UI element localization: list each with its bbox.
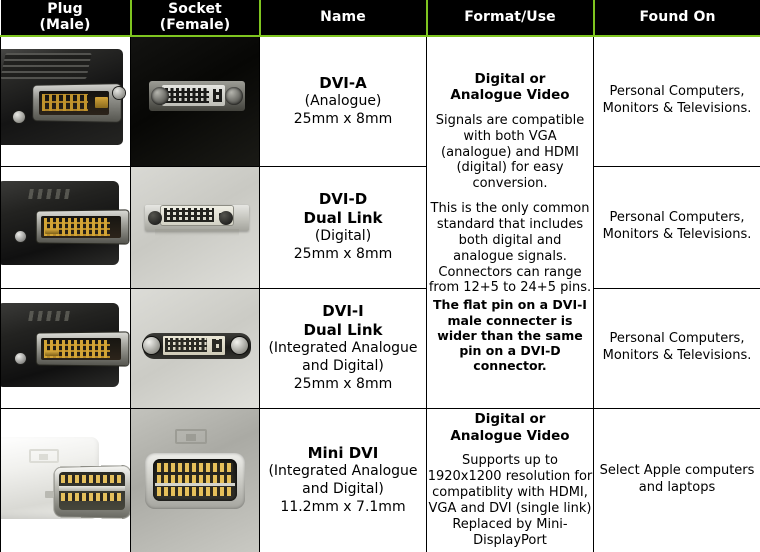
- table-row: DVI-I Dual Link (Integrated Analogue and…: [0, 287, 760, 409]
- dvi-a-male-connector-photo: [1, 37, 130, 165]
- name-cell-dvi-d: DVI-D Dual Link (Digital) 25mm x 8mm: [259, 165, 427, 289]
- connector-subtype-line2: and Digital): [302, 358, 384, 375]
- table-row: DVI-D Dual Link (Digital) 25mm x 8mm Per…: [0, 165, 760, 289]
- dvi-d-dual-link-male-connector-photo: [1, 167, 130, 287]
- plug-image-cell-mini-dvi: [0, 407, 131, 552]
- column-header-socket: Socket (Female): [130, 0, 261, 37]
- connector-dimensions: 25mm x 8mm: [293, 376, 393, 393]
- dvi-a-female-socket-photo: [131, 37, 259, 165]
- header-row: Plug (Male) Socket (Female) Name Format/…: [0, 0, 760, 37]
- column-header-format-use-line1: Format/Use: [464, 8, 556, 25]
- found-on-cell-dvi-a: Personal Computers, Monitors & Televisio…: [593, 35, 760, 167]
- found-on-cell-mini-dvi: Select Apple computers and laptops: [593, 407, 760, 552]
- connector-reference-table-page: Plug (Male) Socket (Female) Name Format/…: [0, 0, 760, 552]
- socket-image-cell-dvi-d: [130, 165, 260, 289]
- format-heading-line1: Digital or: [474, 411, 546, 428]
- mini-dvi-male-connector-photo: [1, 409, 130, 551]
- column-header-found-on: Found On: [593, 0, 760, 37]
- found-on-cell-dvi-i: Personal Computers, Monitors & Televisio…: [593, 287, 760, 409]
- column-header-name-line1: Name: [320, 8, 366, 25]
- format-heading-line1: Digital or: [474, 70, 546, 87]
- connector-dimensions: 25mm x 8mm: [293, 246, 393, 263]
- format-paragraph-2: This is the only common standard that in…: [428, 201, 592, 296]
- table-body: DVI-A (Analogue) 25mm x 8mm Digital or A…: [0, 35, 760, 552]
- column-header-plug: Plug (Male): [0, 0, 132, 37]
- format-use-cell-mini-dvi: Digital or Analogue Video Supports up to…: [426, 407, 594, 552]
- connector-link-type: Dual Link: [303, 321, 383, 340]
- format-heading-line2: Analogue Video: [450, 87, 570, 104]
- connector-link-type: Dual Link: [303, 209, 383, 228]
- plug-image-cell-dvi-i: [0, 287, 131, 409]
- column-header-plug-line2: (Male): [39, 16, 91, 33]
- dvi-i-dual-link-male-connector-photo: [1, 289, 130, 407]
- connector-name: DVI-I: [322, 301, 364, 320]
- connector-name: DVI-D: [318, 189, 368, 208]
- found-on-cell-dvi-d: Personal Computers, Monitors & Televisio…: [593, 165, 760, 289]
- connector-dimensions: 25mm x 8mm: [293, 110, 393, 127]
- connector-name: DVI-A: [319, 73, 367, 92]
- connector-name: Mini DVI: [307, 443, 379, 462]
- socket-image-cell-mini-dvi: [130, 407, 260, 552]
- connector-subtype: (Digital): [314, 228, 372, 245]
- name-cell-dvi-i: DVI-I Dual Link (Integrated Analogue and…: [259, 287, 427, 409]
- plug-image-cell-dvi-a: [0, 35, 131, 167]
- dvi-i-female-socket-photo: [131, 289, 259, 407]
- format-paragraph-1: Signals are compatible with both VGA (an…: [435, 112, 585, 192]
- connector-dimensions: 11.2mm x 7.1mm: [280, 498, 406, 515]
- format-paragraph-3-bold: The flat pin on a DVI-I male connecter i…: [433, 297, 587, 374]
- dvi-connector-table: Plug (Male) Socket (Female) Name Format/…: [0, 0, 760, 552]
- format-paragraph-1: Supports up to 1920x1200 resolution for …: [427, 453, 593, 548]
- table-row: Mini DVI (Integrated Analogue and Digita…: [0, 407, 760, 552]
- column-header-socket-line1: Socket: [168, 0, 222, 17]
- format-heading-line2: Analogue Video: [450, 427, 570, 444]
- name-cell-mini-dvi: Mini DVI (Integrated Analogue and Digita…: [259, 407, 427, 552]
- connector-subtype: (Analogue): [304, 92, 382, 109]
- mini-dvi-female-socket-photo: [131, 409, 259, 551]
- column-header-name: Name: [259, 0, 428, 37]
- socket-image-cell-dvi-i: [130, 287, 260, 409]
- format-use-cell-dvi-group: Digital or Analogue Video Signals are co…: [426, 35, 594, 409]
- name-cell-dvi-a: DVI-A (Analogue) 25mm x 8mm: [259, 35, 427, 167]
- column-header-format-use: Format/Use: [426, 0, 595, 37]
- plug-image-cell-dvi-d: [0, 165, 131, 289]
- table-row: DVI-A (Analogue) 25mm x 8mm Digital or A…: [0, 35, 760, 409]
- dvi-d-female-socket-photo: [131, 167, 259, 287]
- connector-subtype: (Integrated Analogue: [268, 340, 418, 357]
- column-header-plug-line1: Plug: [47, 0, 83, 17]
- socket-image-cell-dvi-a: [130, 35, 260, 167]
- column-header-found-on-line1: Found On: [639, 8, 716, 25]
- column-header-socket-line2: (Female): [159, 16, 231, 33]
- connector-subtype-line2: and Digital): [302, 480, 384, 497]
- connector-subtype: (Integrated Analogue: [268, 462, 418, 479]
- table-header: Plug (Male) Socket (Female) Name Format/…: [0, 0, 760, 37]
